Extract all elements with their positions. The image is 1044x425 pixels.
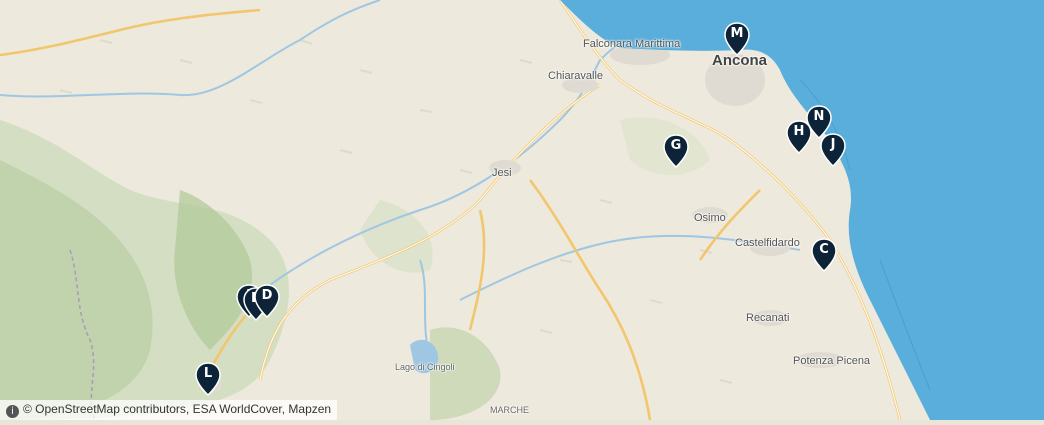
map-marker-d[interactable]: D [254, 284, 280, 318]
map-marker-l[interactable]: L [195, 362, 221, 396]
place-label-osimo: Osimo [694, 212, 726, 224]
place-label-falconara: Falconara Marittima [583, 38, 681, 50]
marker-letter: C [819, 242, 829, 257]
map-canvas[interactable]: Falconara Marittima Ancona Chiaravalle J… [0, 0, 1044, 421]
marker-letter: N [813, 109, 825, 124]
map-attribution: i © OpenStreetMap contributors, ESA World… [0, 400, 338, 420]
place-label-potenza: Potenza Picena [793, 355, 871, 367]
map-marker-c[interactable]: C [811, 238, 837, 272]
marker-letter: M [730, 26, 744, 41]
marker-letter: G [670, 138, 682, 153]
place-label-cingoli: Lago di Cingoli [395, 362, 455, 372]
marker-letter: J [830, 137, 836, 152]
marker-letter: D [261, 288, 273, 303]
map-marker-g[interactable]: G [663, 134, 689, 168]
map-base [0, 0, 1044, 421]
marker-letter: L [203, 366, 213, 381]
place-label-castelfidardo: Castelfidardo [735, 237, 800, 249]
map-marker-j[interactable]: J [820, 133, 846, 167]
place-label-jesi: Jesi [492, 167, 512, 179]
map-marker-m[interactable]: M [724, 22, 750, 56]
place-label-marche: MARCHE [490, 405, 530, 415]
info-icon[interactable]: i [6, 405, 19, 418]
place-label-chiaravalle: Chiaravalle [548, 70, 604, 82]
place-label-recanati: Recanati [746, 312, 790, 324]
attribution-text[interactable]: © OpenStreetMap contributors, ESA WorldC… [23, 402, 331, 416]
